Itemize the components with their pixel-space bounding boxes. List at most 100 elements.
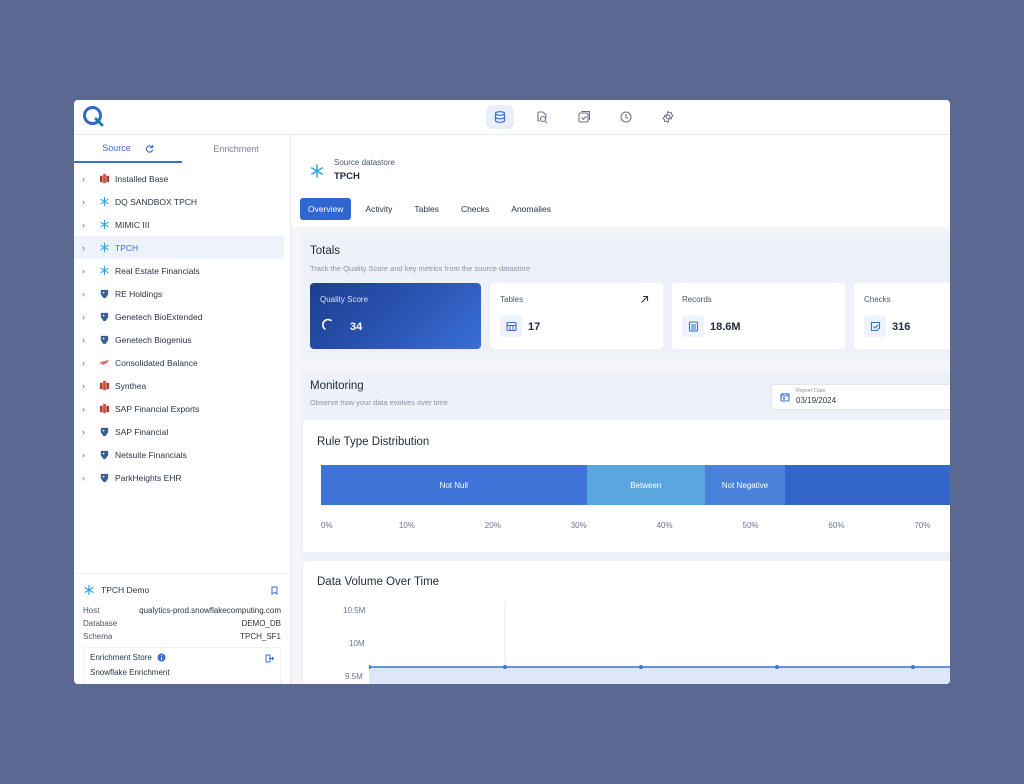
records-card[interactable]: Records 18.6M: [672, 283, 845, 349]
host-row: Host qualytics-prod.snowflakecomputing.co…: [83, 604, 281, 617]
distribution-segment[interactable]: Between: [586, 465, 705, 505]
chevron-right-icon[interactable]: ›: [82, 358, 92, 368]
sidebar-item[interactable]: › Real Estate Financials: [74, 259, 290, 282]
table-icon: [500, 315, 522, 337]
y-tick-1: 10.5M: [343, 606, 366, 615]
chevron-right-icon[interactable]: ›: [82, 335, 92, 345]
main-content: Source datastore TPCH Overview Activity …: [291, 135, 950, 684]
chevron-right-icon[interactable]: ›: [82, 312, 92, 322]
checks-card[interactable]: Checks 316: [854, 283, 950, 349]
x-tick-label: 30%: [570, 521, 587, 530]
info-icon[interactable]: [157, 653, 166, 662]
postgres-icon: [98, 311, 110, 323]
refresh-icon[interactable]: [145, 144, 154, 153]
chevron-right-icon[interactable]: ›: [82, 220, 92, 230]
sidebar-item[interactable]: › Installed Base: [74, 167, 290, 190]
datastore-header: Source datastore TPCH Overview Activity …: [291, 135, 950, 227]
quality-score-label: Quality Score: [320, 295, 369, 304]
redshift-icon: [98, 380, 110, 392]
chevron-right-icon[interactable]: ›: [82, 450, 92, 460]
sidebar-item-label: ParkHeights EHR: [115, 472, 182, 483]
settings-icon[interactable]: [654, 105, 682, 129]
monitoring-subtitle: Observe how your data evolves over time: [310, 398, 448, 407]
snowflake-icon: [98, 219, 110, 231]
schema-row: Schema TPCH_SF1: [83, 630, 281, 643]
chevron-right-icon[interactable]: ›: [82, 174, 92, 184]
tab-anomalies[interactable]: Anomalies: [503, 198, 559, 220]
history-icon[interactable]: [612, 105, 640, 129]
checks-label: Checks: [864, 295, 891, 304]
datastore-subtitle: Source datastore: [334, 158, 395, 167]
sidebar-item[interactable]: › Genetech Biogenius: [74, 328, 290, 351]
gauge-icon: [322, 318, 332, 330]
sidebar-item[interactable]: › Synthea: [74, 374, 290, 397]
app-logo-icon[interactable]: [82, 105, 104, 127]
x-tick-label: 70%: [914, 521, 931, 530]
sidebar-item-label: Real Estate Financials: [115, 265, 200, 276]
records-label: Records: [682, 295, 712, 304]
snowflake-icon: [309, 163, 325, 184]
tab-activity[interactable]: Activity: [357, 198, 400, 220]
tab-source[interactable]: Source: [74, 135, 182, 163]
tab-checks[interactable]: Checks: [453, 198, 497, 220]
arrow-up-right-icon[interactable]: [640, 295, 649, 304]
totals-title: Totals: [310, 245, 341, 257]
chevron-right-icon[interactable]: ›: [82, 197, 92, 207]
app-window: Source Enrichment › Installed Base › DQ SAN…: [74, 100, 950, 684]
sidebar-item-label: Synthea: [115, 380, 147, 391]
chevron-right-icon[interactable]: ›: [82, 404, 92, 414]
calendar-icon: [780, 393, 790, 402]
chevron-right-icon[interactable]: ›: [82, 266, 92, 276]
sidebar-item[interactable]: › Genetech BioExtended: [74, 305, 290, 328]
tab-enrichment[interactable]: Enrichment: [182, 135, 290, 163]
data-volume-panel: Data Volume Over Time 10.5M 10M 9.5M: [303, 561, 950, 684]
distribution-segment[interactable]: Not Negative: [705, 465, 785, 505]
quality-score-value: 34: [350, 321, 363, 333]
x-tick-label: 50%: [742, 521, 759, 530]
sidebar-item[interactable]: › MIMIC III: [74, 213, 290, 236]
sidebar-item[interactable]: › TPCH: [74, 236, 284, 259]
sidebar-item-label: TPCH: [115, 242, 139, 253]
chevron-right-icon[interactable]: ›: [82, 427, 92, 437]
tables-card[interactable]: Tables 17: [490, 283, 663, 349]
host-label: Host: [83, 606, 100, 615]
data-volume-chart: [369, 601, 950, 684]
rule-distribution-panel: Rule Type Distribution Not Null Between No…: [303, 420, 950, 552]
sidebar-item[interactable]: › SAP Financial: [74, 420, 290, 443]
datastore-tree: › Installed Base › DQ SANDBOX TPCH › MIMIC II…: [74, 163, 290, 489]
enrichment-store-label: Enrichment Store: [90, 653, 152, 662]
records-icon: [682, 315, 704, 337]
sidebar-item[interactable]: › RE Holdings: [74, 282, 290, 305]
y-tick-3: 9.5M: [345, 672, 363, 681]
sidebar-item[interactable]: › DQ SANDBOX TPCH: [74, 190, 290, 213]
sidebar-item-label: Genetech BioExtended: [115, 311, 203, 322]
x-tick-label: 10%: [398, 521, 415, 530]
distribution-segment[interactable]: Not Null: [321, 465, 587, 505]
snowflake-icon: [98, 242, 110, 254]
records-value: 18.6M: [710, 321, 741, 333]
explore-icon[interactable]: [528, 105, 556, 129]
tab-overview[interactable]: Overview: [300, 198, 352, 220]
quality-score-card[interactable]: Quality Score 34: [310, 283, 481, 349]
chevron-right-icon[interactable]: ›: [82, 473, 92, 483]
report-date-picker[interactable]: Report Date 03/19/2024: [771, 384, 950, 410]
checks-icon[interactable]: [570, 105, 598, 129]
bookmark-icon[interactable]: [270, 586, 279, 595]
chevron-right-icon[interactable]: ›: [82, 381, 92, 391]
tab-tables[interactable]: Tables: [406, 198, 447, 220]
sidebar-item[interactable]: › Consolidated Balance: [74, 351, 290, 374]
export-icon[interactable]: [265, 654, 274, 663]
sidebar-item[interactable]: › SAP Financial Exports: [74, 397, 290, 420]
chevron-right-icon[interactable]: ›: [82, 243, 92, 253]
tables-value: 17: [528, 321, 541, 333]
sidebar-item-label: MIMIC III: [115, 219, 150, 230]
datastore-icon[interactable]: [486, 105, 514, 129]
sidebar-item[interactable]: › ParkHeights EHR: [74, 466, 290, 489]
distribution-segment[interactable]: [785, 465, 950, 505]
rule-distribution-title: Rule Type Distribution: [317, 436, 430, 448]
sidebar-item[interactable]: › Netsuite Financials: [74, 443, 290, 466]
sidebar-tabs: Source Enrichment: [74, 135, 290, 163]
chevron-right-icon[interactable]: ›: [82, 289, 92, 299]
datastore-tabs: Overview Activity Tables Checks Anomalie…: [300, 198, 559, 220]
redshift-icon: [98, 403, 110, 415]
